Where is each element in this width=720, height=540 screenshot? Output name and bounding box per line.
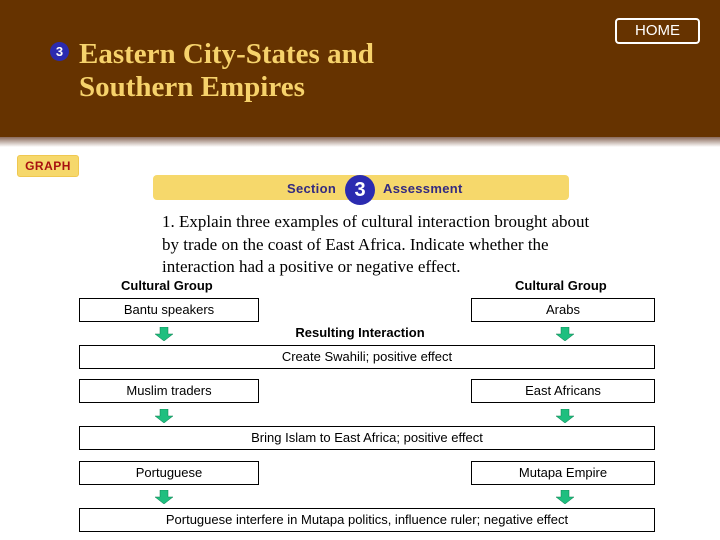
assessment-section-number: 3 xyxy=(345,175,375,205)
question-text: 1. Explain three examples of cultural in… xyxy=(162,211,642,279)
header-shadow xyxy=(0,137,720,147)
section-number-badge: 3 xyxy=(50,42,69,61)
left-group-box: Bantu speakers xyxy=(79,298,259,322)
assessment-section-label: Section xyxy=(287,181,337,196)
right-group-box: Mutapa Empire xyxy=(471,461,655,485)
result-header: Resulting Interaction xyxy=(295,325,425,340)
down-arrow-icon xyxy=(155,327,173,341)
title-line-2: Southern Empires xyxy=(79,71,305,103)
graph-tag: GRAPH xyxy=(17,155,79,177)
home-button[interactable]: HOME xyxy=(615,18,700,44)
question-line-3: interaction had a positive or negative e… xyxy=(162,257,461,276)
down-arrow-icon xyxy=(556,490,574,504)
result-box: Create Swahili; positive effect xyxy=(79,345,655,369)
question-line-1: 1. Explain three examples of cultural in… xyxy=(162,212,590,231)
down-arrow-icon xyxy=(556,409,574,423)
assessment-label: Assessment xyxy=(383,181,463,196)
question-line-2: by trade on the coast of East Africa. In… xyxy=(162,234,549,254)
title-line-1: Eastern City-States and xyxy=(79,38,374,70)
down-arrow-icon xyxy=(556,327,574,341)
down-arrow-icon xyxy=(155,490,173,504)
page-title: Eastern City-States and Southern Empires xyxy=(79,38,374,104)
down-arrow-icon xyxy=(155,409,173,423)
left-group-box: Muslim traders xyxy=(79,379,259,403)
right-column-header: Cultural Group xyxy=(515,278,607,293)
right-group-box: East Africans xyxy=(471,379,655,403)
result-box: Bring Islam to East Africa; positive eff… xyxy=(79,426,655,450)
right-group-box: Arabs xyxy=(471,298,655,322)
left-group-box: Portuguese xyxy=(79,461,259,485)
result-box: Portuguese interfere in Mutapa politics,… xyxy=(79,508,655,532)
left-column-header: Cultural Group xyxy=(121,278,213,293)
